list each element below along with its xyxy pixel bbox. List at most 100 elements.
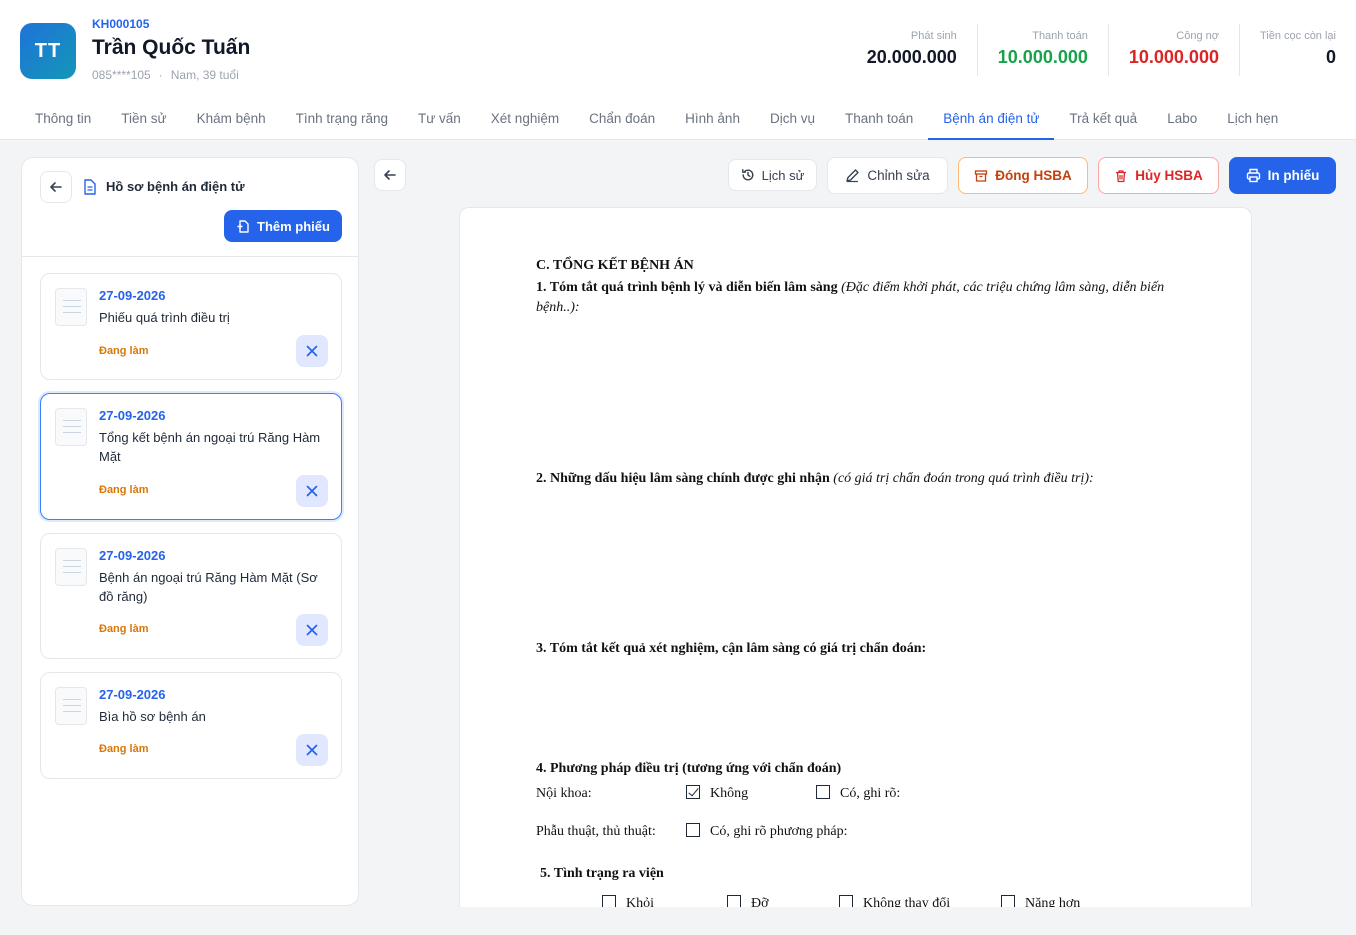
tab-results[interactable]: Trả kết quả [1054,100,1152,140]
checkbox[interactable] [816,785,830,799]
checkbox[interactable] [686,823,700,837]
history-button[interactable]: Lịch sử [728,159,817,191]
close-icon [306,485,318,497]
question-3: 3. Tóm tắt kết quả xét nghiệm, cận lâm s… [536,641,927,656]
record-card[interactable]: 27-09-2026 Phiếu quá trình điều trị Đang… [40,273,342,380]
meta-separator: · [158,68,163,82]
record-date: 27-09-2026 [99,408,166,423]
add-document-icon [237,219,249,233]
document-preview: C. TỔNG KẾT BỆNH ÁN 1. Tóm tắt quá trình… [459,207,1252,907]
archive-icon [975,169,988,182]
printer-icon [1246,168,1260,183]
avatar: TT [20,23,76,79]
trash-icon [1116,169,1127,182]
tab-payment[interactable]: Thanh toán [830,100,928,140]
document-thumbnail-icon [55,548,87,586]
stat-deposit: Tiền cọc còn lại 0 [1238,24,1336,76]
stat-label: Phát sinh [910,30,957,42]
cancel-record-button[interactable]: Hủy HSBA [1098,157,1219,194]
close-record-label: Đóng HSBA [995,168,1072,183]
tab-images[interactable]: Hình ảnh [670,100,755,140]
add-form-button[interactable]: Thêm phiếu [224,210,342,242]
stat-arising: Phát sinh 20.000.000 [847,24,977,76]
document-back-button[interactable] [374,159,406,191]
finance-stats: Phát sinh 20.000.000 Thanh toán 10.000.0… [847,24,1336,76]
edit-button[interactable]: Chỉnh sửa [827,157,948,194]
print-button[interactable]: In phiếu [1229,157,1336,194]
divider [22,256,358,257]
patient-phone: 085****105 [92,68,151,82]
checkbox[interactable] [602,895,616,907]
stat-label: Tiền cọc còn lại [1259,30,1336,42]
tab-bar: Thông tin Tiền sử Khám bệnh Tình trạng r… [20,100,1293,140]
tab-history[interactable]: Tiền sử [106,100,181,140]
patient-meta: 085****105 · Nam, 39 tuổi [92,68,239,82]
checkbox[interactable] [727,895,741,907]
remove-record-button[interactable] [296,614,328,646]
section-title: C. TỔNG KẾT BỆNH ÁN [536,258,694,273]
discharge-option[interactable]: Khỏi [602,894,654,907]
tab-appointments[interactable]: Lịch hẹn [1212,100,1293,140]
stat-value: 10.000.000 [1128,47,1219,67]
tab-lab-test[interactable]: Xét nghiệm [476,100,574,140]
back-button[interactable] [40,171,72,203]
tab-services[interactable]: Dịch vụ [755,100,830,140]
discharge-option[interactable]: Đỡ [727,894,769,907]
discharge-option[interactable]: Nặng hơn [1001,894,1080,907]
document-thumbnail-icon [55,288,87,326]
internal-no-option[interactable]: Không [686,784,748,804]
stat-label: Thanh toán [1032,30,1088,42]
stat-label: Công nợ [1176,30,1219,42]
edit-label: Chỉnh sửa [867,168,930,183]
surgery-yes-option[interactable]: Có, ghi rõ phương pháp: [686,822,847,842]
tab-examination[interactable]: Khám bệnh [182,100,281,140]
internal-medicine-label: Nội khoa: [536,786,592,801]
patient-header: TT KH000105 Trần Quốc Tuấn 085****105 · … [0,0,1356,140]
tab-labo[interactable]: Labo [1152,100,1212,140]
checkbox[interactable] [839,895,853,907]
remove-record-button[interactable] [296,734,328,766]
internal-yes-option[interactable]: Có, ghi rõ: [816,784,900,804]
tab-emr[interactable]: Bệnh án điện tử [928,100,1055,140]
add-form-label: Thêm phiếu [257,218,330,234]
document-icon [82,179,97,200]
record-name: Bìa hồ sơ bệnh án [99,709,206,724]
panel-title: Hồ sơ bệnh án điện tử [106,179,245,194]
close-record-button[interactable]: Đóng HSBA [958,157,1088,194]
checkbox-checked[interactable] [686,785,700,799]
remove-record-button[interactable] [296,475,328,507]
stat-value: 20.000.000 [866,47,957,67]
record-date: 27-09-2026 [99,548,166,563]
patient-info: Nam, 39 tuổi [170,68,239,82]
record-card[interactable]: 27-09-2026 Bìa hồ sơ bệnh án Đang làm [40,672,342,779]
surgery-label: Phẫu thuật, thủ thuật: [536,824,656,839]
question-2: 2. Những dấu hiệu lâm sàng chính được gh… [536,471,1094,486]
arrow-left-icon [384,170,396,180]
tab-info[interactable]: Thông tin [20,100,106,140]
close-icon [306,345,318,357]
record-status: Đang làm [99,623,149,635]
discharge-option[interactable]: Không thay đổi [839,894,950,907]
tab-diagnosis[interactable]: Chẩn đoán [574,100,670,140]
records-panel: Hồ sơ bệnh án điện tử Thêm phiếu 27-09-2… [21,157,359,906]
history-label: Lịch sử [761,167,805,183]
record-card-selected[interactable]: 27-09-2026 Tổng kết bệnh án ngoại trú Ră… [40,393,342,520]
record-status: Đang làm [99,345,149,357]
record-date: 27-09-2026 [99,687,166,702]
patient-name: Trần Quốc Tuấn [92,36,251,59]
record-name: Bệnh án ngoại trú Răng Hàm Mặt (Sơ đồ ră… [99,570,318,604]
tab-tooth-status[interactable]: Tình trạng răng [281,100,403,140]
tab-consult[interactable]: Tư vấn [403,100,476,140]
stat-value: 10.000.000 [997,47,1088,67]
history-icon [741,169,754,181]
document-thumbnail-icon [55,408,87,446]
remove-record-button[interactable] [296,335,328,367]
stat-value: 0 [1325,47,1336,67]
document-thumbnail-icon [55,687,87,725]
record-card[interactable]: 27-09-2026 Bệnh án ngoại trú Răng Hàm Mặ… [40,533,342,659]
stat-debt: Công nợ 10.000.000 [1107,24,1239,76]
checkbox[interactable] [1001,895,1015,907]
question-5: 5. Tình trạng ra viện [540,866,664,881]
record-name: Tổng kết bệnh án ngoại trú Răng Hàm Mặt [99,430,321,464]
arrow-left-icon [50,182,62,192]
